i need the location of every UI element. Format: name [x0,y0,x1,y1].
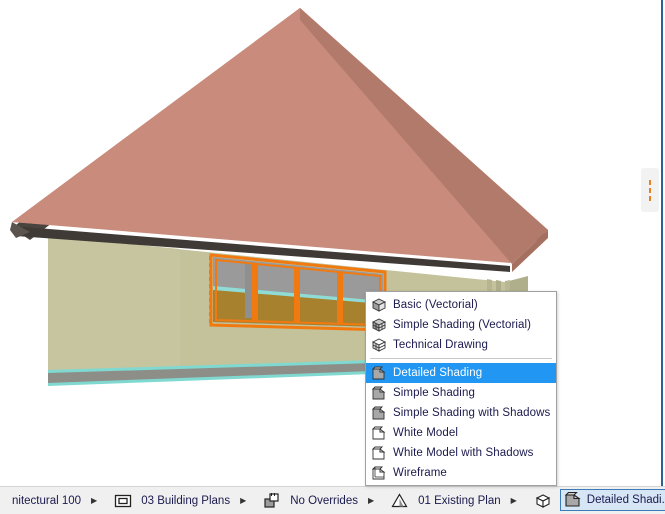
menu-item-label: Basic (Vectorial) [393,299,478,311]
menu-item-label: White Model with Shadows [393,447,534,459]
menu-item-label: White Model [393,427,459,439]
cube-outline-icon [535,493,550,508]
menu-item-simple-shading[interactable]: Simple Shading [366,383,556,403]
graphic-override-label: No Overrides [290,494,358,507]
cube-shaded-icon [371,406,386,419]
window-mullion-1 [252,263,258,320]
menu-item-basic-vectorial[interactable]: Basic (Vectorial) [366,295,556,315]
cube-shaded-icon [371,386,386,399]
chevron-right-icon[interactable]: ▶ [240,496,250,505]
menu-item-label: Simple Shading with Shadows [393,407,551,419]
collapsed-side-panel-handle[interactable] [641,168,659,212]
brick-vectorial-icon [371,317,387,332]
layer-combination-label: 03 Building Plans [141,494,231,507]
menu-item-label: Technical Drawing [393,339,489,351]
window-mullion-2 [294,268,300,323]
menu-item-label: Simple Shading (Vectorial) [393,319,532,331]
graphic-override-selector[interactable]: No Overrides ▶ [258,487,382,514]
cube-vectorial-icon [371,297,387,312]
menu-item-wireframe[interactable]: Wireframe [366,463,556,483]
panel-handle-dash [649,187,651,193]
cube-shaded-icon [564,491,581,507]
panel-handle-dash [649,179,651,185]
cube-white-icon [371,426,386,439]
viewport-right-border [661,0,663,486]
bottom-status-bar: nitectural 100 ▶ 03 Building Plans ▶ No … [0,486,665,514]
renovation-filter-icon [391,492,408,507]
3d-model-viewport[interactable] [0,0,663,486]
cube-shaded-icon [371,366,386,379]
application-window: Basic (Vectorial) Simple Shading (Vector… [0,0,665,514]
scale-selector[interactable]: nitectural 100 ▶ [0,487,105,514]
menu-item-label: Simple Shading [393,387,475,399]
cube-white-icon [371,446,386,459]
brick-technical-icon [371,337,387,352]
scale-label: nitectural 100 [12,494,82,507]
menu-item-label: Detailed Shading [393,367,483,379]
menu-item-white-model-with-shadows[interactable]: White Model with Shadows [366,443,556,463]
window-reveal [245,262,252,318]
menu-item-technical-drawing[interactable]: Technical Drawing [366,335,556,355]
window-mullion-3 [337,272,343,325]
3d-style-selector[interactable]: Detailed Shadi... ▶ [559,489,665,511]
3d-style-context-menu[interactable]: Basic (Vectorial) Simple Shading (Vector… [365,291,557,486]
3d-model-drawing [0,0,663,486]
cube-wireframe-icon [371,466,386,479]
layer-combination-selector[interactable]: 03 Building Plans ▶ [109,487,254,514]
menu-item-detailed-shading[interactable]: Detailed Shading [366,363,556,383]
wall-facade-light [48,236,180,372]
chevron-right-icon[interactable]: ▶ [511,496,521,505]
renovation-filter-selector[interactable]: 01 Existing Plan ▶ [386,487,525,514]
3d-projection-button[interactable] [529,487,557,514]
menu-item-label: Wireframe [393,467,447,479]
panel-handle-dash [649,195,651,201]
3d-style-label: Detailed Shadi... [586,494,665,506]
menu-item-simple-shading-vectorial[interactable]: Simple Shading (Vectorial) [366,315,556,335]
menu-separator [370,358,552,359]
override-icon [264,492,279,508]
layer-combo-icon [115,494,132,507]
menu-item-white-model[interactable]: White Model [366,423,556,443]
renovation-filter-label: 01 Existing Plan [418,494,501,507]
chevron-right-icon[interactable]: ▶ [91,496,101,505]
chevron-right-icon[interactable]: ▶ [368,496,378,505]
menu-item-simple-shading-with-shadows[interactable]: Simple Shading with Shadows [366,403,556,423]
